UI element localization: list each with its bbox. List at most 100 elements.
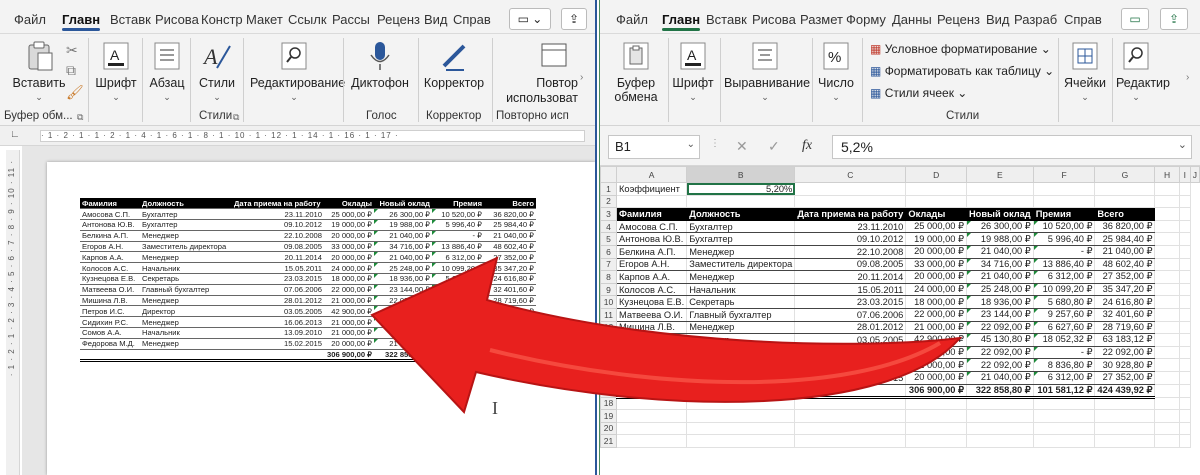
row-header[interactable]: 13: [600, 333, 618, 347]
table-row[interactable]: Карпов А.А. Менеджер 20.11.2014 20 000,00 ₽…: [80, 251, 536, 264]
table-cell[interactable]: 21 040,00 ₽: [484, 230, 536, 242]
table-cell[interactable]: Менеджер: [140, 316, 232, 329]
cell[interactable]: 5 680,80 ₽: [1032, 295, 1096, 309]
sheet-row[interactable]: 13 Петров И.С. Директор 03.05.2005 42 900,00…: [600, 333, 1200, 347]
table-cell[interactable]: 20 000,00 ₽: [324, 251, 374, 264]
paste-button[interactable]: Вставить ⌄: [10, 40, 68, 103]
share-button[interactable]: ⇪: [1160, 8, 1188, 30]
cell[interactable]: [1178, 282, 1191, 297]
table-cell[interactable]: 20 000,00 ₽: [324, 230, 374, 242]
cell[interactable]: - ₽: [1032, 244, 1096, 259]
cell[interactable]: [1094, 421, 1156, 436]
cell[interactable]: Бухгалтер: [686, 232, 796, 246]
sheet-row[interactable]: 10 Кузнецова Е.В. Секретарь 23.03.2015 18 00…: [600, 295, 1200, 309]
row-header[interactable]: 9: [600, 282, 618, 297]
table-row[interactable]: Сомов А.А. Начальник 13.09.2010 21 000,00 ₽…: [80, 327, 536, 339]
cell[interactable]: [1154, 333, 1180, 347]
cell[interactable]: 6 312,00 ₽: [1032, 370, 1096, 385]
row-header[interactable]: 3: [600, 207, 618, 221]
cell[interactable]: 24 616,80 ₽: [1094, 295, 1156, 309]
cell[interactable]: [794, 194, 907, 209]
table-cell[interactable]: 24 000,00 ₽: [324, 262, 374, 275]
cell[interactable]: [1154, 207, 1180, 221]
cell[interactable]: 21 040,00 ₽: [1094, 244, 1156, 259]
row-header[interactable]: 16: [600, 370, 618, 385]
table-cell[interactable]: 424 439,92 ₽: [484, 348, 536, 362]
conditional-formatting-button[interactable]: ▦ Условное форматирование ⌄: [870, 42, 1051, 56]
table-cell[interactable]: [80, 348, 140, 362]
row-header[interactable]: 17: [600, 383, 618, 398]
tab-home[interactable]: Главн: [662, 12, 701, 31]
cell[interactable]: [1094, 434, 1156, 448]
cell[interactable]: Фамилия: [616, 207, 688, 221]
cell[interactable]: [905, 409, 967, 423]
dictate-button[interactable]: Диктофон: [350, 40, 410, 90]
cell[interactable]: 48 602,40 ₽: [1094, 257, 1156, 272]
vertical-ruler[interactable]: · 1 · 2 · 1 · 2 · 3 · 4 · 5 · 6 · 7 · 8 …: [6, 150, 20, 475]
cell[interactable]: 32 401,60 ₽: [1094, 307, 1156, 322]
table-cell[interactable]: 22 000,00 ₽: [324, 284, 374, 296]
cell[interactable]: 23.03.2015: [794, 295, 907, 309]
sheet-row[interactable]: 19: [600, 409, 1200, 423]
format-as-table-button[interactable]: ▦ Форматировать как таблицу ⌄: [870, 64, 1054, 78]
cell[interactable]: Сидихин Р.С.: [616, 345, 688, 360]
cell[interactable]: Федорова М.Д.: [616, 370, 688, 385]
cell[interactable]: Антонова Ю.В.: [616, 232, 688, 246]
table-row[interactable]: Сидихин Р.С. Менеджер 16.06.2013 21 000,00 …: [80, 316, 536, 329]
number-button[interactable]: % Число ⌄: [816, 40, 856, 103]
cell[interactable]: [1154, 270, 1180, 284]
font-button[interactable]: A Шрифт ⌄: [92, 40, 140, 103]
comments-button[interactable]: ▭ ⌄: [509, 8, 551, 30]
cell[interactable]: 09.08.2005: [794, 257, 907, 272]
dialog-launcher-icon[interactable]: ⧉: [233, 112, 239, 123]
table-cell[interactable]: Колосов А.С.: [80, 262, 140, 275]
cell[interactable]: [616, 434, 688, 448]
cell[interactable]: 34 716,00 ₽: [965, 257, 1034, 272]
cell[interactable]: [1178, 270, 1191, 284]
cell[interactable]: 424 439,92 ₽: [1094, 383, 1156, 399]
cell[interactable]: [686, 421, 796, 436]
cell[interactable]: Бухгалтер: [686, 219, 796, 234]
cell[interactable]: 20 000,00 ₽: [905, 370, 967, 385]
cell[interactable]: 21 000,00 ₽: [905, 345, 967, 360]
cell[interactable]: 30 928,80 ₽: [1094, 358, 1156, 372]
cell[interactable]: 15.05.2011: [794, 282, 907, 297]
tab-review[interactable]: Реценз: [937, 12, 980, 27]
cell[interactable]: Матвеева О.И.: [616, 307, 688, 322]
table-cell[interactable]: 9 257,60 ₽: [432, 284, 484, 296]
table-cell[interactable]: 15.05.2011: [232, 262, 324, 275]
table-cell[interactable]: 21 000,00 ₽: [324, 327, 374, 339]
table-cell[interactable]: 10 099,20 ₽: [432, 262, 484, 275]
cell[interactable]: [1154, 257, 1180, 272]
cell[interactable]: [905, 396, 967, 411]
ribbon-scroll-right-icon[interactable]: ›: [1186, 72, 1189, 83]
cell[interactable]: 27 352,00 ₽: [1094, 270, 1156, 284]
table-row[interactable]: Мишина Л.В. Менеджер 28.01.2012 21 000,00 ₽…: [80, 295, 536, 307]
cell[interactable]: [905, 434, 967, 448]
cut-icon[interactable]: ✂: [66, 42, 78, 59]
cell[interactable]: Кузнецова Е.В.: [616, 295, 688, 309]
row-header[interactable]: 15: [600, 358, 618, 372]
cell[interactable]: [1178, 257, 1191, 272]
table-cell[interactable]: 23.11.2010: [232, 208, 324, 221]
table-cell[interactable]: [232, 348, 324, 362]
horizontal-ruler[interactable]: ∟ · 1 · 2 · 1 · 1 · 2 · 1 · 4 · 1 · 6 · …: [0, 126, 595, 146]
row-header[interactable]: 10: [600, 295, 618, 309]
tab-mailings[interactable]: Рассы: [332, 12, 370, 27]
cell[interactable]: 63 183,12 ₽: [1094, 333, 1156, 347]
sheet-row[interactable]: 12 Мишина Л.В. Менеджер 28.01.2012 21 000,00…: [600, 320, 1200, 335]
cell[interactable]: Главный бухгалтер: [686, 307, 796, 322]
cell[interactable]: Коэффициент: [616, 182, 688, 196]
column-header[interactable]: G: [1094, 166, 1156, 183]
cell[interactable]: 10 520,00 ₽: [1032, 219, 1096, 234]
row-header[interactable]: 6: [600, 244, 618, 259]
tab-help[interactable]: Справ: [453, 12, 491, 27]
cell[interactable]: [616, 421, 688, 436]
cell[interactable]: [1154, 295, 1180, 309]
table-cell[interactable]: 28 719,60 ₽: [484, 295, 536, 307]
cell[interactable]: 22 092,00 ₽: [1094, 345, 1156, 360]
cell[interactable]: [794, 396, 907, 411]
tab-references[interactable]: Ссылк: [288, 12, 327, 27]
table-cell[interactable]: Главный бухгалтер: [140, 284, 232, 296]
editing-button[interactable]: Редактирование ⌄: [250, 40, 345, 103]
